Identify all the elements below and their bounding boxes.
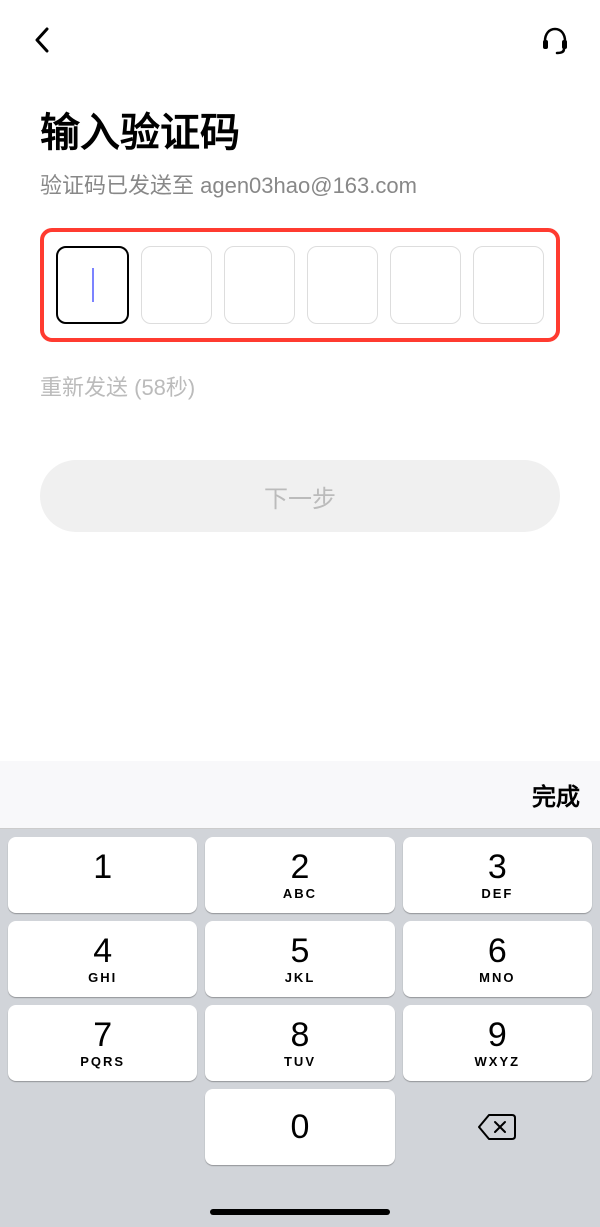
keypad: 1 2 ABC 3 DEF 4 GHI 5 JKL 6 MNO [0,829,600,1181]
code-box-2[interactable] [141,246,212,324]
key-7[interactable]: 7 PQRS [8,1005,197,1081]
content: 输入验证码 验证码已发送至 agen03hao@163.com 重新发送 (58… [0,70,600,532]
key-3[interactable]: 3 DEF [403,837,592,913]
code-box-4[interactable] [307,246,378,324]
header [0,0,600,70]
page-title: 输入验证码 [40,100,560,158]
keypad-row: 1 2 ABC 3 DEF [8,837,592,913]
key-backspace[interactable] [403,1089,592,1165]
key-5[interactable]: 5 JKL [205,921,394,997]
keypad-row: 4 GHI 5 JKL 6 MNO [8,921,592,997]
key-empty [8,1089,197,1165]
back-button[interactable] [30,28,54,52]
key-0[interactable]: 0 [205,1089,394,1165]
headset-icon [540,25,570,55]
keyboard: 完成 1 2 ABC 3 DEF 4 GHI 5 JKL [0,761,600,1227]
code-box-1[interactable] [56,246,129,324]
done-button[interactable]: 完成 [532,784,580,811]
code-box-3[interactable] [224,246,295,324]
key-4[interactable]: 4 GHI [8,921,197,997]
key-6[interactable]: 6 MNO [403,921,592,997]
keypad-row: 0 [8,1089,592,1165]
code-box-6[interactable] [473,246,544,324]
home-indicator[interactable] [210,1209,390,1215]
page-subtitle: 验证码已发送至 agen03hao@163.com [40,168,560,200]
resend-label: 重新发送 (58秒) [40,370,560,402]
key-2[interactable]: 2 ABC [205,837,394,913]
keyboard-toolbar: 完成 [0,761,600,829]
next-button[interactable]: 下一步 [40,460,560,532]
support-button[interactable] [540,25,570,55]
code-input-container [40,228,560,342]
key-1[interactable]: 1 [8,837,197,913]
key-9[interactable]: 9 WXYZ [403,1005,592,1081]
backspace-icon [478,1113,516,1141]
keypad-row: 7 PQRS 8 TUV 9 WXYZ [8,1005,592,1081]
code-box-5[interactable] [390,246,461,324]
cursor [92,268,94,302]
key-8[interactable]: 8 TUV [205,1005,394,1081]
chevron-left-icon [34,27,50,53]
